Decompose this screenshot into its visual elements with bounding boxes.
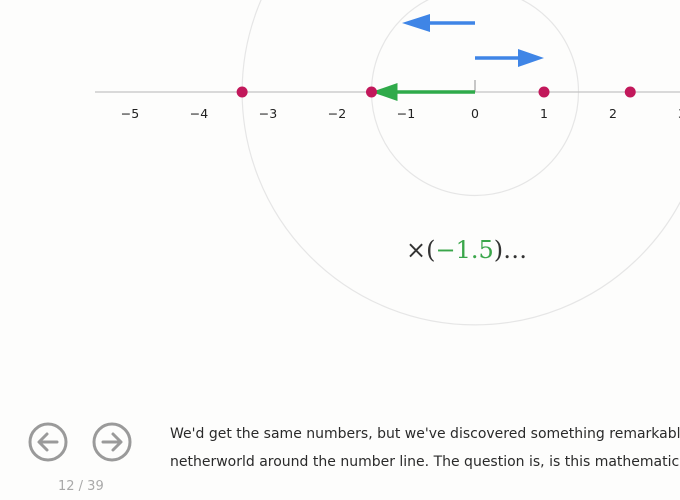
multiplier-expression: ×(−1.5)… [406, 236, 527, 264]
direction-arrows [371, 14, 544, 101]
number-point [366, 86, 377, 98]
narration-line: We'd get the same numbers, but we've dis… [170, 426, 680, 442]
previous-page-button[interactable] [28, 422, 68, 462]
tick-label: −4 [190, 106, 208, 121]
tick-label: −2 [328, 106, 346, 121]
tick-label: −3 [259, 106, 277, 121]
close-paren: ) [493, 236, 504, 264]
blue-arrow-right-head [518, 49, 544, 67]
ellipsis: … [503, 236, 528, 264]
number-point [538, 86, 550, 98]
tick-label: 2 [609, 106, 617, 121]
tick-label: −5 [121, 106, 139, 121]
blue-arrow-left-head [402, 14, 430, 32]
tick-label: −1 [397, 106, 415, 121]
rotation-circle [241, 0, 680, 326]
page-counter: 12 / 39 [58, 479, 104, 494]
multiplier-value: −1.5 [435, 236, 494, 264]
tick-label: 0 [471, 106, 479, 121]
narration-line: netherworld around the number line. The … [170, 454, 680, 470]
next-page-button[interactable] [92, 422, 132, 462]
number-point [236, 86, 248, 98]
arrow-right-circle-icon [92, 422, 132, 462]
tick-label: 1 [540, 106, 548, 121]
narration-text: We'd get the same numbers, but we've dis… [170, 420, 680, 476]
number-point [624, 86, 636, 98]
number-line-ticks: −5−4−3−2−10123 [121, 80, 680, 121]
rotation-circles [241, 0, 680, 326]
rotation-circle [370, 0, 580, 197]
arrow-left-circle-icon [28, 422, 68, 462]
times-sign: × [406, 236, 427, 264]
